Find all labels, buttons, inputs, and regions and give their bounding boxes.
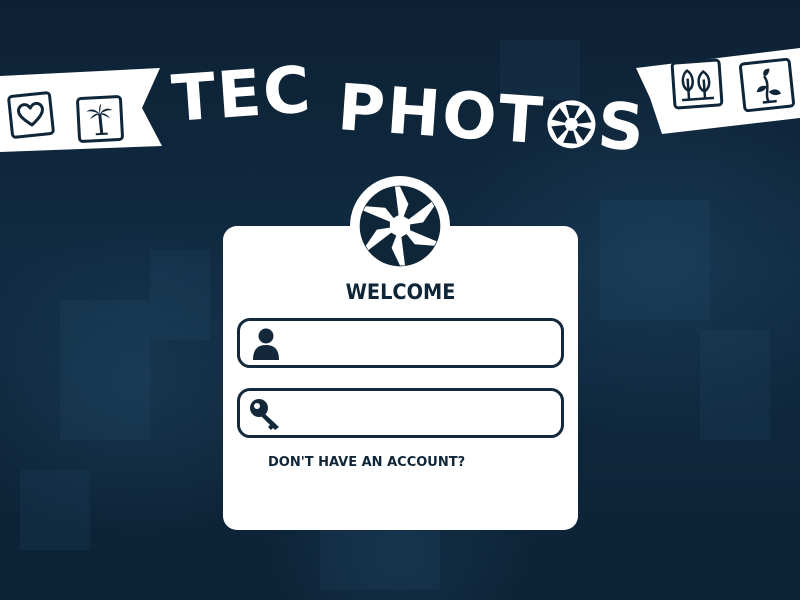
signup-link[interactable]: DON'T HAVE AN ACCOUNT? (268, 455, 465, 470)
password-field[interactable] (237, 388, 564, 438)
palm-tree-icon (75, 94, 125, 144)
welcome-heading: WELCOME (345, 280, 456, 304)
plant-icon (738, 57, 796, 113)
app-title-tec: TEC (169, 53, 315, 137)
camera-aperture-icon (350, 176, 450, 276)
password-input[interactable] (290, 397, 554, 431)
app-title-photos-suffix: S (595, 89, 649, 167)
heart-icon (6, 90, 56, 140)
username-input[interactable] (290, 327, 554, 361)
user-icon (246, 325, 286, 363)
title-aperture-icon (545, 87, 598, 149)
app-title-photos-prefix: PHOT (335, 71, 547, 160)
username-field[interactable] (237, 318, 564, 368)
trees-icon (670, 58, 724, 110)
key-icon (246, 395, 286, 433)
